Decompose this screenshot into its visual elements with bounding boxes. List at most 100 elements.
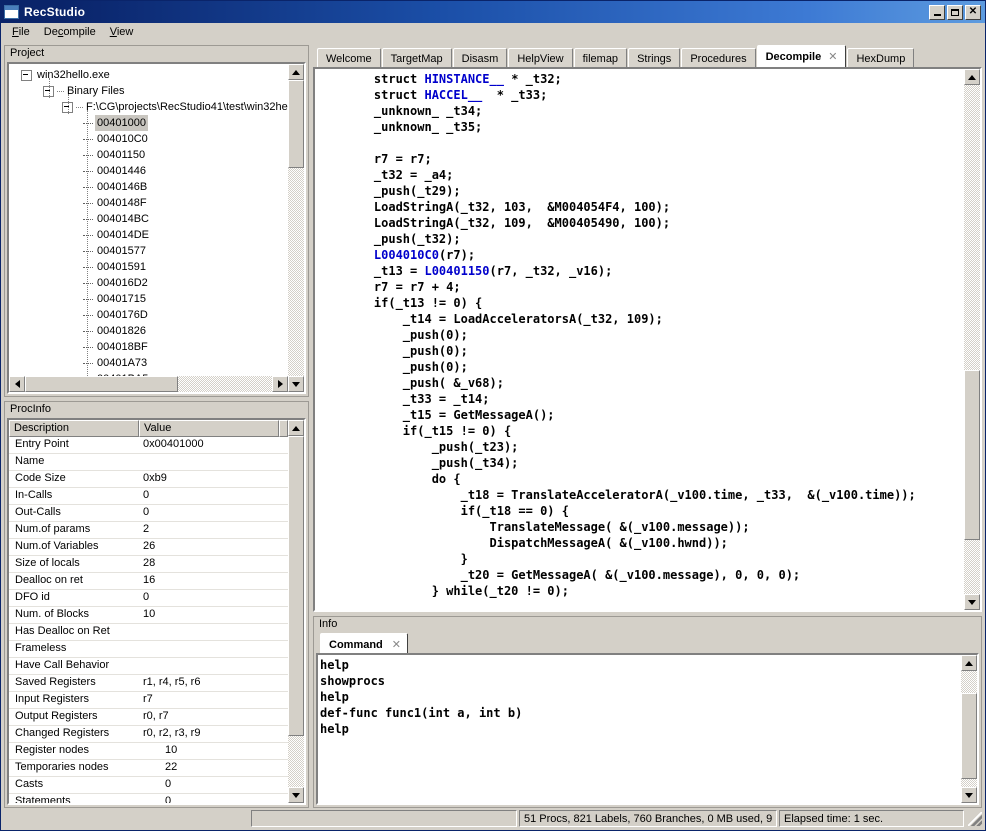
project-tree-hscrollbar[interactable] (9, 376, 288, 392)
table-row[interactable]: Statements 0 (9, 794, 288, 803)
tab-strings[interactable]: Strings (628, 48, 681, 67)
collapse-toggle-icon[interactable] (21, 69, 32, 81)
editor-scroll-down-icon[interactable] (964, 594, 980, 610)
close-button[interactable]: ✕ (965, 4, 981, 20)
scroll-down-icon[interactable] (288, 376, 304, 392)
tree-connector (83, 346, 93, 348)
editor-tab-strip[interactable]: Welcome TargetMap Disasm HelpView filemap Str… (313, 45, 982, 67)
minimize-button[interactable] (929, 4, 945, 20)
procinfo-scroll-down-icon[interactable] (288, 787, 304, 803)
tree-node-address[interactable]: 00401577 (9, 243, 288, 259)
table-row[interactable]: Out-Calls 0 (9, 505, 288, 522)
scroll-left-icon[interactable] (9, 376, 25, 392)
tree-node-address[interactable]: 00401A73 (9, 355, 288, 371)
tree-node-address[interactable]: 00401000 (9, 115, 288, 131)
table-row[interactable]: In-Calls 0 (9, 488, 288, 505)
table-row[interactable]: Num. of Blocks 10 (9, 607, 288, 624)
maximize-button[interactable] (947, 4, 963, 20)
tree-node-address[interactable]: 00401826 (9, 323, 288, 339)
project-tree-scroll[interactable]: win32hello.exe Binary Files F:\CG\projects… (9, 64, 288, 376)
code-text: struct (345, 88, 425, 102)
resize-grip-icon[interactable] (968, 811, 982, 826)
tree-node-address[interactable]: 004010C0 (9, 131, 288, 147)
table-row[interactable]: Frameless (9, 641, 288, 658)
command-vscroll-thumb[interactable] (961, 693, 977, 779)
tab-decompile[interactable]: Decompile ✕ (756, 45, 847, 67)
tree-node-group[interactable]: Binary Files (9, 83, 288, 99)
table-row[interactable]: Entry Point 0x00401000 (9, 437, 288, 454)
tab-welcome[interactable]: Welcome (317, 48, 381, 67)
tree-node-address[interactable]: 00401591 (9, 259, 288, 275)
procinfo-vscroll-thumb[interactable] (288, 436, 304, 736)
tab-filemap[interactable]: filemap (573, 48, 628, 67)
tab-procedures[interactable]: Procedures (681, 48, 756, 67)
close-icon[interactable]: ✕ (828, 50, 837, 63)
command-vscrollbar[interactable] (961, 655, 977, 803)
close-icon[interactable]: ✕ (392, 638, 401, 651)
code-text: _unknown_ _t35; (345, 120, 483, 134)
table-row[interactable]: Temporaries nodes 22 (9, 760, 288, 777)
tree-node-address[interactable]: 0040148F (9, 195, 288, 211)
tree-node-label: win32hello.exe (37, 69, 110, 81)
tree-node-address[interactable]: 00401446 (9, 163, 288, 179)
tab-disasm[interactable]: Disasm (452, 48, 508, 67)
tree-node-address[interactable]: 0040146B (9, 179, 288, 195)
tab-targetmap[interactable]: TargetMap (381, 48, 452, 67)
status-stats: 51 Procs, 821 Labels, 760 Branches, 0 MB… (519, 810, 777, 827)
table-row[interactable]: Casts 0 (9, 777, 288, 794)
table-row[interactable]: Has Dealloc on Ret (9, 624, 288, 641)
tab-hexdump[interactable]: HexDump (847, 48, 915, 67)
editor-vscrollbar[interactable] (964, 69, 980, 610)
tree-node-label: 00401000 (95, 115, 148, 131)
command-tab-strip[interactable]: Command ✕ (314, 633, 981, 653)
tab-helpview[interactable]: HelpView (508, 48, 573, 67)
tree-node-address[interactable]: 004014BC (9, 211, 288, 227)
tree-node-address[interactable]: 004016D2 (9, 275, 288, 291)
project-tree[interactable]: win32hello.exe Binary Files F:\CG\projects… (9, 64, 288, 376)
table-row[interactable]: Have Call Behavior (9, 658, 288, 675)
table-row[interactable]: Num.of Variables 26 (9, 539, 288, 556)
menu-file[interactable]: File (5, 24, 37, 41)
tree-node-address[interactable]: 00401150 (9, 147, 288, 163)
tree-node-address[interactable]: 004018BF (9, 339, 288, 355)
table-row[interactable]: Output Registers r0, r7 (9, 709, 288, 726)
tree-node-address[interactable]: 00401BA5 (9, 371, 288, 376)
table-row[interactable]: Changed Registers r0, r2, r3, r9 (9, 726, 288, 743)
hscroll-thumb[interactable] (25, 376, 178, 392)
command-track-upper[interactable] (961, 671, 977, 693)
table-row[interactable]: Size of locals 28 (9, 556, 288, 573)
decompile-code-view[interactable]: struct HINSTANCE__ * _t32; struct HACCEL… (315, 69, 964, 610)
table-row[interactable]: Input Registers r7 (9, 692, 288, 709)
scroll-right-icon[interactable] (272, 376, 288, 392)
editor-vscroll-thumb[interactable] (964, 370, 980, 540)
table-row[interactable]: DFO id 0 (9, 590, 288, 607)
tab-command[interactable]: Command ✕ (320, 633, 408, 653)
vscroll-thumb[interactable] (288, 80, 304, 168)
code-symbol: L004010C0 (373, 248, 439, 262)
table-row[interactable]: Code Size 0xb9 (9, 471, 288, 488)
table-row[interactable]: Name (9, 454, 288, 471)
procinfo-value-cell: 0 (165, 778, 172, 790)
tree-node-root[interactable]: win32hello.exe (9, 67, 288, 83)
editor-track-upper[interactable] (964, 85, 980, 370)
procinfo-scroll-up-icon[interactable] (288, 420, 304, 436)
procinfo-col-description[interactable]: Description (9, 420, 139, 437)
tree-node-file[interactable]: F:\CG\projects\RecStudio41\test\win32hel… (9, 99, 288, 115)
procinfo-vscrollbar[interactable] (288, 420, 304, 803)
tree-node-address[interactable]: 004014DE (9, 227, 288, 243)
tree-node-address[interactable]: 00401715 (9, 291, 288, 307)
table-row[interactable]: Saved Registers r1, r4, r5, r6 (9, 675, 288, 692)
menu-view[interactable]: View (103, 24, 141, 41)
project-tree-vscrollbar[interactable] (288, 64, 304, 392)
scroll-up-icon[interactable] (288, 64, 304, 80)
command-scroll-up-icon[interactable] (961, 655, 977, 671)
table-row[interactable]: Num.of params 2 (9, 522, 288, 539)
editor-scroll-up-icon[interactable] (964, 69, 980, 85)
tree-node-address[interactable]: 0040176D (9, 307, 288, 323)
command-console-output[interactable]: help showprocs help def-func func1(int a, i… (318, 655, 961, 803)
command-scroll-down-icon[interactable] (961, 787, 977, 803)
table-row[interactable]: Dealloc on ret 16 (9, 573, 288, 590)
procinfo-col-value[interactable]: Value (139, 420, 279, 437)
table-row[interactable]: Register nodes 10 (9, 743, 288, 760)
menu-decompile[interactable]: Decompile (37, 24, 103, 41)
